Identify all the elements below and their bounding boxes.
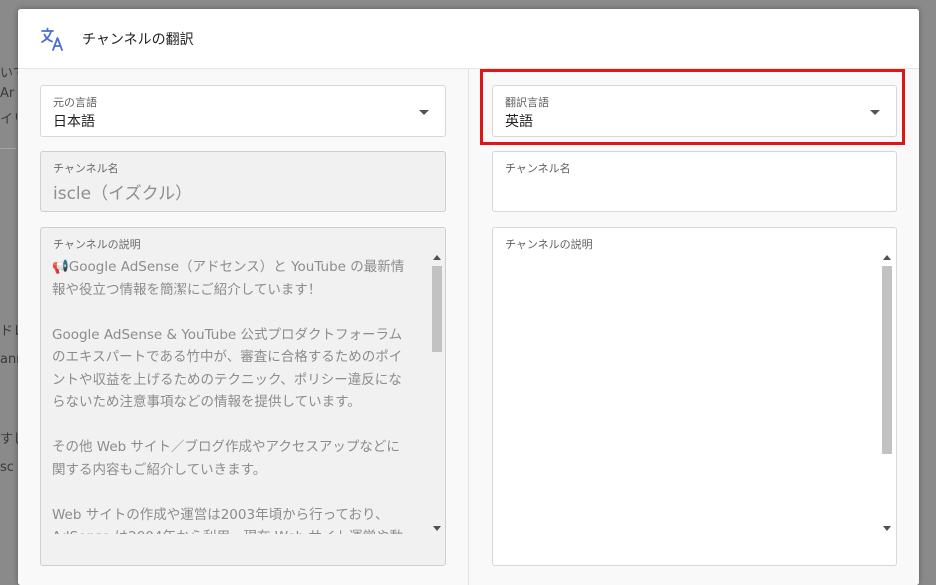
- background-text: イリ: [0, 112, 18, 127]
- source-channel-name-field: チャンネル名 iscle（イズクル）: [40, 151, 446, 212]
- background-text: いて: [0, 66, 18, 81]
- background-text: ann: [0, 352, 18, 367]
- chevron-down-icon: [419, 110, 429, 115]
- target-channel-name-label: チャンネル名: [505, 162, 571, 175]
- background-text: すし: [0, 432, 18, 447]
- translate-channel-dialog: チャンネルの翻訳 元の言語 日本語 翻訳言語 英語 チャンネル名 iscle（イ…: [18, 9, 919, 585]
- background-text: Ar: [0, 86, 15, 101]
- source-description-scrollbar[interactable]: [430, 252, 444, 534]
- translate-icon: [41, 27, 63, 51]
- target-language-label: 翻訳言語: [505, 96, 549, 109]
- target-language-value: 英語: [505, 114, 533, 130]
- scrollbar-thumb[interactable]: [432, 266, 442, 352]
- description-paragraph: 📢Google AdSense（アドセンス）と YouTube の最新情報や役立…: [52, 259, 405, 298]
- source-language-value: 日本語: [53, 114, 95, 130]
- source-channel-name-label: チャンネル名: [53, 162, 119, 175]
- source-description-text: 📢Google AdSense（アドセンス）と YouTube の最新情報や役立…: [52, 256, 412, 534]
- source-language-label: 元の言語: [53, 96, 97, 109]
- scroll-up-icon[interactable]: [883, 255, 891, 260]
- target-description-scrollbar[interactable]: [880, 252, 894, 534]
- scroll-down-icon[interactable]: [433, 526, 441, 531]
- source-language-select[interactable]: 元の言語 日本語: [40, 85, 446, 137]
- background-text: sc: [0, 460, 14, 475]
- dialog-header: チャンネルの翻訳: [18, 9, 919, 69]
- chevron-down-icon: [870, 110, 880, 115]
- description-paragraph: Web サイトの作成や運営は2003年頃から行っており、AdSense は200…: [52, 506, 403, 535]
- dialog-title: チャンネルの翻訳: [82, 32, 194, 48]
- scroll-down-icon[interactable]: [883, 526, 891, 531]
- source-channel-name-value: iscle（イズクル）: [53, 184, 193, 204]
- background-text: ドレ: [0, 324, 18, 339]
- target-language-select[interactable]: 翻訳言語 英語: [492, 85, 897, 137]
- dialog-body: 元の言語 日本語 翻訳言語 英語 チャンネル名 iscle（イズクル） チャンネ…: [18, 69, 919, 585]
- target-description-input[interactable]: チャンネルの説明: [492, 227, 897, 566]
- description-paragraph: その他 Web サイト／ブログ作成やアクセスアップなどに関する内容もご紹介してい…: [52, 439, 400, 478]
- target-channel-name-input[interactable]: チャンネル名: [492, 151, 897, 212]
- target-description-label: チャンネルの説明: [505, 238, 593, 251]
- scrollbar-thumb[interactable]: [882, 266, 892, 454]
- column-divider: [468, 69, 469, 585]
- source-description-field: チャンネルの説明 📢Google AdSense（アドセンス）と YouTube…: [40, 227, 446, 566]
- description-paragraph: Google AdSense & YouTube 公式プロダクトフォーラムのエキ…: [52, 326, 403, 411]
- scroll-up-icon[interactable]: [433, 255, 441, 260]
